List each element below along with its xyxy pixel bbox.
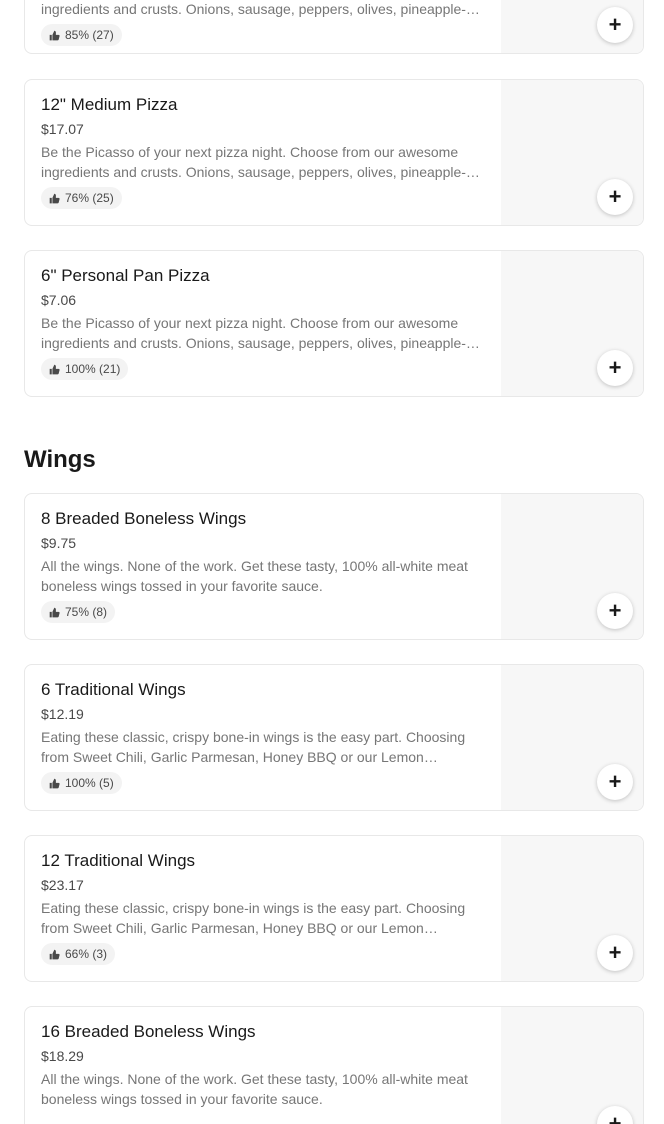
menu-item-description: Eating these classic, crispy bone-in win… xyxy=(41,900,466,936)
thumbs-up-icon xyxy=(49,193,60,203)
thumbs-up-icon xyxy=(49,607,60,617)
menu-item-price: $9.75 xyxy=(41,535,77,551)
rating-text: 85% (27) xyxy=(65,28,114,42)
rating-badge: 76% (25) xyxy=(41,187,122,209)
menu-item-price: $7.06 xyxy=(41,292,77,308)
menu-item-name: 16 Breaded Boneless Wings xyxy=(41,1022,256,1041)
menu-item-info: 16 Breaded Boneless Wings $18.29 All the… xyxy=(41,1021,491,1109)
menu-item-name: 6" Personal Pan Pizza xyxy=(41,266,210,285)
menu-item-info: 8 Breaded Boneless Wings $9.75 All the w… xyxy=(41,508,491,623)
add-to-cart-button[interactable]: + xyxy=(597,764,633,800)
plus-icon: + xyxy=(608,940,622,965)
plus-icon: + xyxy=(608,769,622,794)
menu-item-info: 12" Medium Pizza $17.07 Be the Picasso o… xyxy=(41,94,491,209)
menu-item-card[interactable]: 6 Traditional Wings $12.19 Eating these … xyxy=(24,664,644,811)
rating-badge: 100% (21) xyxy=(41,358,129,380)
plus-icon: + xyxy=(608,1111,622,1124)
plus-icon: + xyxy=(608,598,622,623)
menu-item-description: Be the Picasso of your next pizza night.… xyxy=(41,144,480,180)
add-to-cart-button[interactable]: + xyxy=(597,179,633,215)
plus-icon: + xyxy=(608,355,622,380)
rating-text: 100% (21) xyxy=(65,362,121,376)
thumbs-up-icon xyxy=(49,778,60,788)
add-to-cart-button[interactable]: + xyxy=(597,7,633,43)
menu-item-description: ingredients and crusts. Onions, sausage,… xyxy=(41,1,480,17)
menu-item-card[interactable]: 8 Breaded Boneless Wings $9.75 All the w… xyxy=(24,493,644,640)
plus-icon: + xyxy=(608,184,622,209)
rating-text: 66% (3) xyxy=(65,947,108,961)
menu-item-name: 8 Breaded Boneless Wings xyxy=(41,509,247,528)
menu-item-price: $17.07 xyxy=(41,121,84,137)
menu-item-info: 6 Traditional Wings $12.19 Eating these … xyxy=(41,679,491,794)
thumbs-up-icon xyxy=(49,949,60,959)
add-to-cart-button[interactable]: + xyxy=(597,935,633,971)
rating-text: 76% (25) xyxy=(65,191,114,205)
menu-item-name: 6 Traditional Wings xyxy=(41,680,186,699)
menu-item-price: $18.29 xyxy=(41,1048,84,1064)
rating-text: 100% (5) xyxy=(65,776,114,790)
menu-item-description: All the wings. None of the work. Get the… xyxy=(41,1071,468,1107)
menu-item-info: 6" Personal Pan Pizza $7.06 Be the Picas… xyxy=(41,265,491,380)
rating-text: 75% (8) xyxy=(65,605,108,619)
menu-item-card[interactable]: ingredients and crusts. Onions, sausage,… xyxy=(24,0,644,54)
menu-item-card[interactable]: 6" Personal Pan Pizza $7.06 Be the Picas… xyxy=(24,250,644,397)
rating-badge: 66% (3) xyxy=(41,943,116,965)
add-to-cart-button[interactable]: + xyxy=(597,593,633,629)
menu-item-description: Eating these classic, crispy bone-in win… xyxy=(41,729,466,765)
menu-item-card[interactable]: 16 Breaded Boneless Wings $18.29 All the… xyxy=(24,1006,644,1124)
menu-list: ingredients and crusts. Onions, sausage,… xyxy=(0,0,664,1124)
rating-badge: 100% (5) xyxy=(41,772,122,794)
menu-item-info: ingredients and crusts. Onions, sausage,… xyxy=(41,0,491,46)
menu-item-info: 12 Traditional Wings $23.17 Eating these… xyxy=(41,850,491,965)
thumbs-up-icon xyxy=(49,30,60,40)
rating-badge: 85% (27) xyxy=(41,24,122,46)
menu-item-description: Be the Picasso of your next pizza night.… xyxy=(41,315,480,351)
section-title-wings: Wings xyxy=(24,446,96,473)
menu-item-card[interactable]: 12 Traditional Wings $23.17 Eating these… xyxy=(24,835,644,982)
menu-item-name: 12 Traditional Wings xyxy=(41,851,196,870)
menu-item-price: $23.17 xyxy=(41,877,84,893)
menu-item-description: All the wings. None of the work. Get the… xyxy=(41,558,468,594)
thumbs-up-icon xyxy=(49,364,60,374)
plus-icon: + xyxy=(608,12,622,37)
menu-item-name: 12" Medium Pizza xyxy=(41,95,178,114)
rating-badge: 75% (8) xyxy=(41,601,116,623)
menu-item-card[interactable]: 12" Medium Pizza $17.07 Be the Picasso o… xyxy=(24,79,644,226)
menu-item-price: $12.19 xyxy=(41,706,84,722)
add-to-cart-button[interactable]: + xyxy=(597,350,633,386)
